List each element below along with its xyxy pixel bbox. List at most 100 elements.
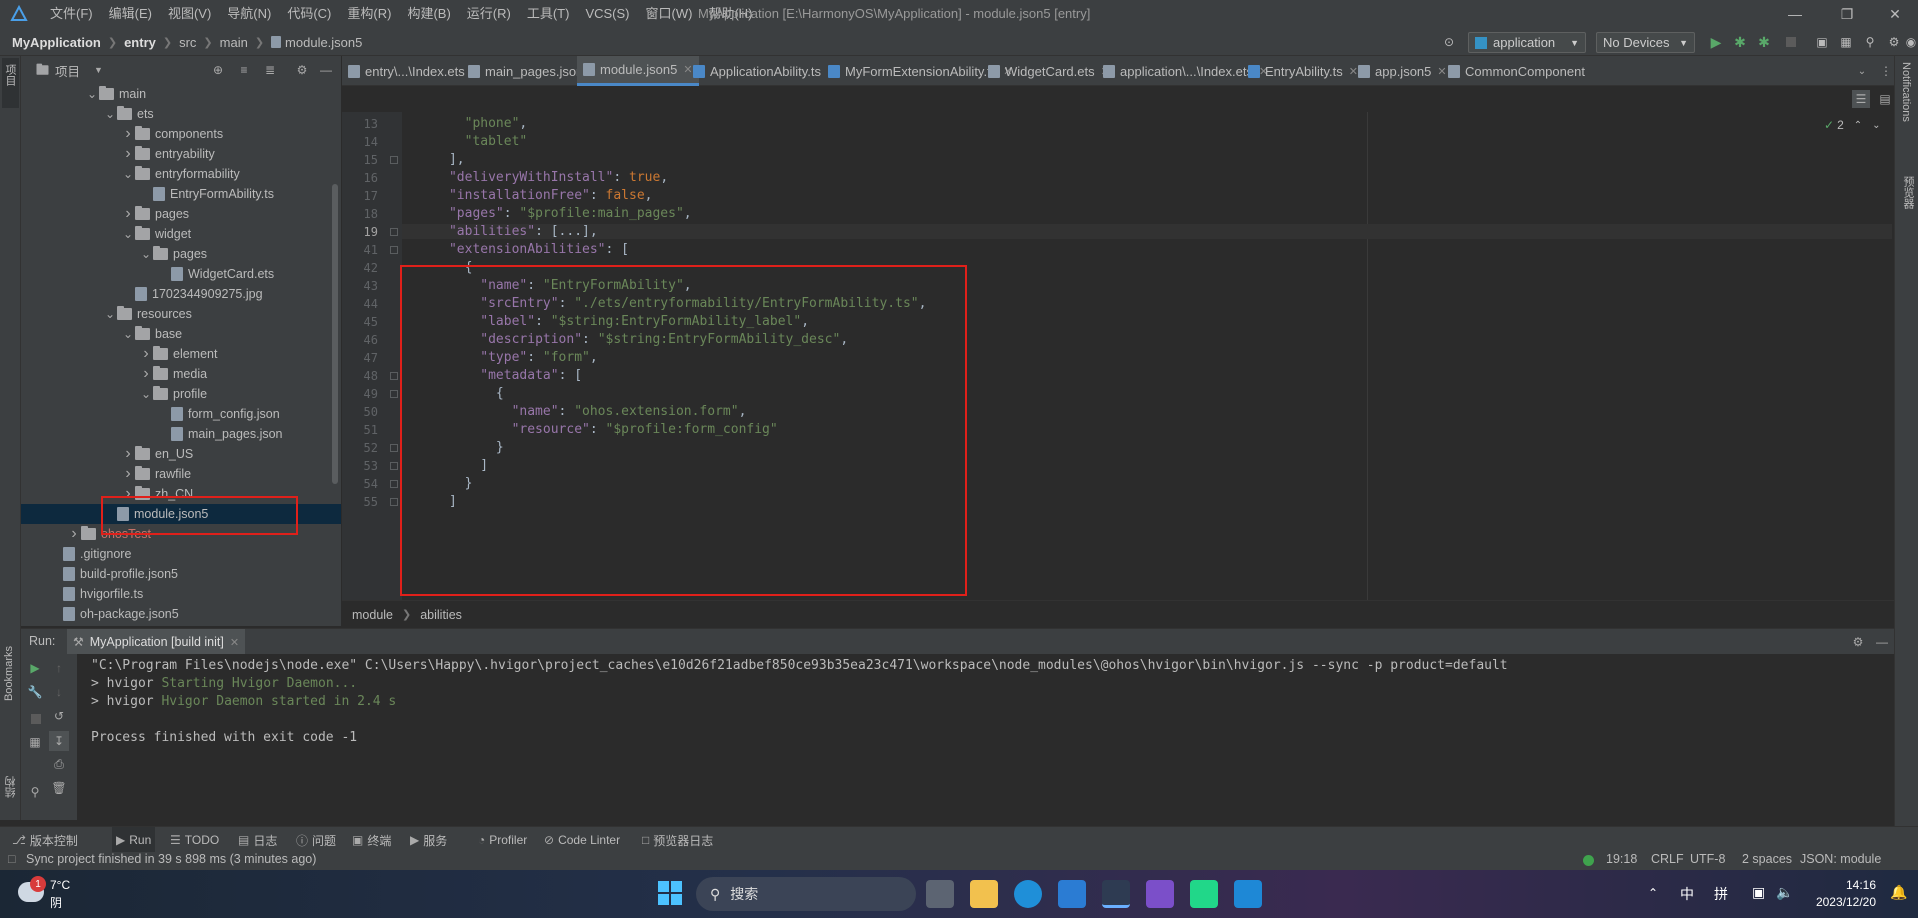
clock-time[interactable]: 14:16 [1832,878,1876,892]
run-config-select[interactable]: application ▼ [1468,32,1586,53]
toolwindow-button[interactable]: ▤ 日志 [238,827,277,853]
chevron-down-icon[interactable]: ⌄ [121,327,135,341]
inspection-widget[interactable]: ✓ 2 ⌃ ⌄ [1824,118,1881,132]
tree-folder[interactable]: ⌄ base [21,324,341,344]
device-select[interactable]: No Devices ▼ [1596,32,1695,53]
tree-file[interactable]: .gitignore [21,544,341,564]
chevron-right-icon[interactable]: › [139,365,153,383]
bookmarks-toolwindow-button[interactable]: Bookmarks [3,646,15,701]
notifications-toolwindow-button[interactable]: Notifications [1900,62,1912,122]
menu-item[interactable]: 导航(N) [219,0,279,28]
toolwindow-button[interactable]: ⊘ Code Linter [544,827,620,853]
wrench-icon[interactable]: 🔧 [27,684,43,700]
tree-folder[interactable]: › components [21,124,341,144]
tree-file[interactable]: WidgetCard.ets [21,264,341,284]
indent-setting[interactable]: 2 spaces [1742,852,1792,866]
chevron-down-icon[interactable]: ⌄ [121,227,135,241]
ime-language[interactable]: 中 [1680,884,1694,904]
fold-marker-icon[interactable] [390,156,398,164]
toolwindow-button[interactable]: ▣ 终端 [352,827,391,853]
structure-toolwindow-button[interactable]: 结构 [3,776,19,798]
code-line[interactable]: "installationFree": false, [402,188,653,203]
toolwindow-button[interactable]: ▶ 服务 [410,827,447,853]
menu-item[interactable]: 编辑(E) [101,0,160,28]
image-preview-icon[interactable]: ▤ [1876,90,1894,108]
minimize-button[interactable]: — [1772,0,1818,28]
chevron-down-icon[interactable]: ⌄ [103,107,117,121]
soft-wrap-icon[interactable]: ↺ [51,708,67,724]
toolwindow-button[interactable]: ⓘ 问题 [296,827,336,853]
tab-list-chevron-icon[interactable]: ⌄ [1854,62,1870,80]
gear-icon[interactable]: ⚙ [1849,633,1867,651]
chevron-down-icon[interactable]: ⌄ [103,307,117,321]
close-icon[interactable]: ✕ [230,636,239,649]
down-arrow-icon[interactable]: ↓ [51,684,67,700]
fold-marker-icon[interactable] [390,372,398,380]
expand-all-icon[interactable]: ≡ [235,61,253,79]
menu-item[interactable]: 运行(R) [459,0,519,28]
stop-icon[interactable] [31,714,41,724]
hide-panel-icon[interactable]: — [1873,633,1891,651]
ms-store-icon[interactable] [1058,880,1086,908]
chevron-down-icon[interactable]: ⌄ [139,387,153,401]
chevron-down-icon[interactable]: ⌄ [85,87,99,101]
restore-button[interactable]: ❐ [1824,0,1870,28]
chevron-down-icon[interactable]: ⌄ [1872,120,1880,131]
chevron-right-icon[interactable]: › [121,125,135,143]
sdk-manager-icon[interactable]: ▦ [1836,32,1856,52]
menu-item[interactable]: 构建(B) [399,0,458,28]
chevron-up-icon[interactable]: ⌃ [1648,886,1658,900]
crumb-main[interactable]: main [220,35,248,50]
update-icon[interactable]: ◉ [1904,32,1918,52]
fold-marker-icon[interactable] [390,444,398,452]
project-scrollbar[interactable] [332,184,338,484]
crumb-src[interactable]: src [179,35,196,50]
network-icon[interactable]: ▣ [1752,884,1765,901]
task-view-icon[interactable] [926,880,954,908]
menu-item[interactable]: 重构(R) [339,0,399,28]
project-toolwindow-button[interactable]: 项目 [2,58,19,108]
chevron-up-icon[interactable]: ⌃ [1854,120,1862,131]
editor-tab[interactable]: CommonComponent [1442,56,1591,86]
crumb-file[interactable]: module.json5 [285,35,362,50]
windows-start-icon[interactable] [658,881,682,905]
layout-icon[interactable]: ▦ [27,734,43,750]
file-explorer-icon[interactable] [970,880,998,908]
editor-tab[interactable]: module.json5 ✕ [577,56,699,86]
menu-item[interactable]: 代码(C) [279,0,339,28]
fold-marker-icon[interactable] [390,462,398,470]
ime-mode[interactable]: 拼 [1714,884,1728,904]
editor-tab[interactable]: WidgetCard.ets✕ [982,56,1116,86]
chevron-right-icon[interactable]: › [121,445,135,463]
code-crumb-module[interactable]: module [352,608,393,622]
toolwindow-button[interactable]: ☰ TODO [170,827,219,853]
volume-icon[interactable]: 🔈 [1776,884,1793,901]
visual-studio-icon[interactable] [1146,880,1174,908]
tree-file[interactable]: build-profile.json5 [21,564,341,584]
tree-folder[interactable]: ⌄ widget [21,224,341,244]
chevron-down-icon[interactable]: ⌄ [121,167,135,181]
weather-desc[interactable]: 阴 [50,894,62,911]
fold-marker-icon[interactable] [390,390,398,398]
json-schema[interactable]: JSON: module [1800,852,1881,866]
up-arrow-icon[interactable]: ↑ [51,660,67,676]
fold-marker-icon[interactable] [390,246,398,254]
chevron-down-icon[interactable]: ▼ [94,65,103,75]
editor-tab[interactable]: app.json5 ✕ [1352,56,1453,86]
notifications-bell-icon[interactable]: 🔔 [1890,884,1907,901]
search-icon[interactable]: ⚲ [1860,32,1880,52]
tree-folder[interactable]: ⌄ profile [21,384,341,404]
menu-item[interactable]: 工具(T) [519,0,578,28]
tree-file[interactable]: oh-package.json5 [21,604,341,624]
tree-folder[interactable]: ⌄ resources [21,304,341,324]
code-line[interactable]: "extensionAbilities": [ [402,242,629,257]
tree-folder[interactable]: ⌄ ets [21,104,341,124]
menu-item[interactable]: 文件(F) [42,0,101,28]
rerun-icon[interactable]: ▶ [27,660,43,676]
weather-temp[interactable]: 7°C [50,878,70,892]
editor-tab[interactable]: EntryAbility.ts ✕ [1242,56,1364,86]
code-line[interactable]: "phone", [402,116,528,131]
trash-icon[interactable]: 🗑 [51,780,67,796]
gear-icon[interactable]: ⚙ [293,61,311,79]
tree-file[interactable]: 1702344909275.jpg [21,284,341,304]
